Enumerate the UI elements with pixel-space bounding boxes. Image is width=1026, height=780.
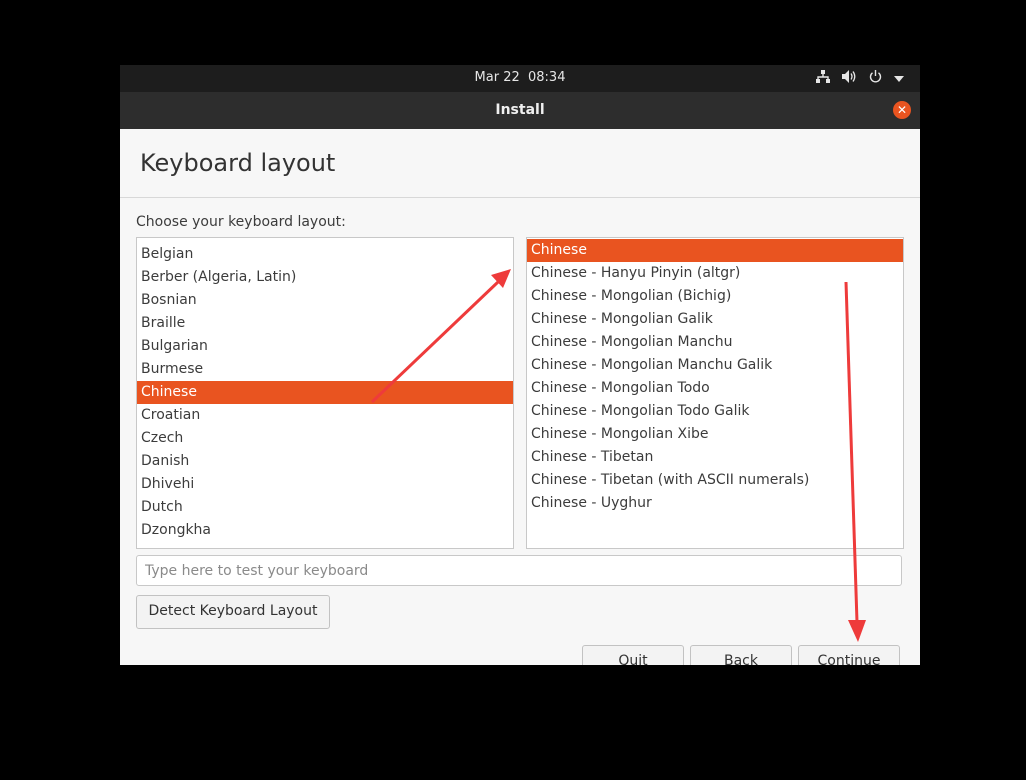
variant-list-item[interactable]: Chinese - Hanyu Pinyin (altgr) bbox=[527, 262, 903, 285]
variant-list-item[interactable]: Chinese - Uyghur bbox=[527, 492, 903, 515]
power-icon[interactable] bbox=[869, 70, 882, 88]
volume-icon[interactable] bbox=[842, 70, 857, 88]
layout-list-item[interactable]: Bulgarian bbox=[137, 335, 513, 358]
layout-list-item[interactable]: Chinese bbox=[137, 381, 513, 404]
layout-list-item[interactable]: Dzongkha bbox=[137, 519, 513, 542]
page-header: Keyboard layout bbox=[120, 129, 920, 198]
layout-list-item[interactable]: Dutch bbox=[137, 496, 513, 519]
quit-button[interactable]: Quit bbox=[582, 645, 684, 665]
layout-prompt: Choose your keyboard layout: bbox=[136, 214, 346, 230]
back-button[interactable]: Back bbox=[690, 645, 792, 665]
variant-list[interactable]: Chinese Chinese - Hanyu Pinyin (altgr) Chi… bbox=[526, 237, 904, 549]
layout-list-item[interactable]: Danish bbox=[137, 450, 513, 473]
layout-list-item[interactable]: Czech bbox=[137, 427, 513, 450]
layout-list-item[interactable]: Berber (Algeria, Latin) bbox=[137, 266, 513, 289]
keyboard-test-input[interactable] bbox=[136, 555, 902, 586]
layout-list-item[interactable]: Belgian bbox=[137, 243, 513, 266]
variant-list-item[interactable]: Chinese - Mongolian Manchu Galik bbox=[527, 354, 903, 377]
layout-list-item[interactable]: Braille bbox=[137, 312, 513, 335]
window-titlebar: Install ✕ bbox=[120, 92, 920, 129]
variant-list-item[interactable]: Chinese - Mongolian Todo Galik bbox=[527, 400, 903, 423]
variant-list-item[interactable]: Chinese - Mongolian (Bichig) bbox=[527, 285, 903, 308]
variant-list-item[interactable]: Chinese - Tibetan bbox=[527, 446, 903, 469]
window-title: Install bbox=[495, 102, 545, 118]
clock-date: Mar 22 bbox=[474, 70, 520, 85]
detect-layout-button[interactable]: Detect Keyboard Layout bbox=[136, 595, 330, 629]
variant-list-item[interactable]: Chinese - Mongolian Manchu bbox=[527, 331, 903, 354]
clock[interactable]: Mar 22 08:34 bbox=[120, 70, 920, 85]
installer-page: Keyboard layout Choose your keyboard lay… bbox=[120, 129, 920, 665]
layout-list-item[interactable]: Croatian bbox=[137, 404, 513, 427]
network-icon[interactable] bbox=[816, 70, 830, 88]
variant-list-item[interactable]: Chinese - Mongolian Xibe bbox=[527, 423, 903, 446]
top-panel: Mar 22 08:34 bbox=[120, 65, 920, 92]
system-tray[interactable] bbox=[816, 70, 904, 88]
close-icon[interactable]: ✕ bbox=[893, 101, 911, 119]
variant-list-item[interactable]: Chinese - Mongolian Galik bbox=[527, 308, 903, 331]
variant-list-item[interactable]: Chinese - Tibetan (with ASCII numerals) bbox=[527, 469, 903, 492]
layout-list[interactable]: Belgian Berber (Algeria, Latin) Bosnian Bra… bbox=[136, 237, 514, 549]
layout-list-item[interactable]: Burmese bbox=[137, 358, 513, 381]
variant-list-item[interactable]: Chinese - Mongolian Todo bbox=[527, 377, 903, 400]
layout-list-item[interactable]: Bosnian bbox=[137, 289, 513, 312]
continue-button[interactable]: Continue bbox=[798, 645, 900, 665]
layout-list-item[interactable]: Dhivehi bbox=[137, 473, 513, 496]
variant-list-item[interactable]: Chinese bbox=[527, 239, 903, 262]
clock-time: 08:34 bbox=[528, 70, 566, 85]
page-title: Keyboard layout bbox=[140, 149, 336, 177]
menu-arrow-icon[interactable] bbox=[894, 71, 904, 87]
